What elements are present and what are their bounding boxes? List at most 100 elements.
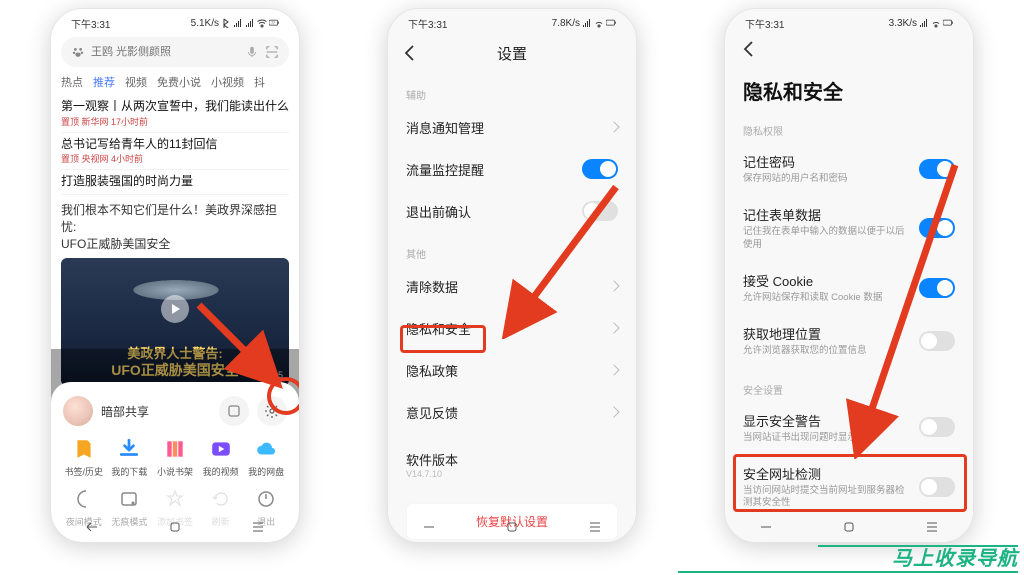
feature-line2: UFO正威胁美国安全 (61, 235, 289, 252)
row-notifications[interactable]: 消息通知管理 (388, 106, 636, 148)
android-navbar (725, 512, 973, 542)
tab-shortvideo[interactable]: 小视频 (211, 74, 244, 90)
video-duration: 02:45 (260, 370, 283, 380)
status-time: 下午3:31 (745, 16, 784, 31)
feature-block[interactable]: 我们根本不知它们是什么！美政界深感担忧: UFO正威胁美国安全 美政界人士警告:… (61, 195, 289, 405)
row-exit-confirm[interactable]: 退出前确认 (388, 190, 636, 232)
nav-back-icon[interactable] (78, 519, 106, 535)
toggle-switch[interactable] (919, 331, 955, 351)
toggle-switch[interactable] (582, 201, 618, 221)
row-show-warning[interactable]: 显示安全警告当网站证书出现问题时显示警告 (725, 401, 973, 454)
page-header: 设置 (388, 33, 636, 73)
toggle-switch[interactable] (919, 159, 955, 179)
headline-meta: 置顶 央视网 4小时前 (61, 152, 289, 165)
svg-text:77: 77 (271, 21, 275, 25)
nav-back-icon[interactable] (752, 519, 780, 535)
edit-button[interactable] (219, 396, 249, 426)
video-thumbnail[interactable]: 美政界人士警告: UFO正威胁美国安全 02:45 (61, 258, 289, 386)
toggle-switch[interactable] (919, 417, 955, 437)
signal-icon (582, 18, 592, 28)
row-privacy-security[interactable]: 隐私和安全 (388, 307, 636, 349)
scan-icon[interactable] (265, 45, 279, 59)
watermark-line (678, 571, 1018, 573)
category-tabs[interactable]: 热点 推荐 视频 免费小说 小视频 抖 (61, 71, 289, 95)
search-input[interactable] (91, 46, 239, 58)
tab-hot[interactable]: 热点 (61, 74, 83, 90)
tab-novel[interactable]: 免费小说 (157, 74, 201, 90)
watermark-text: 马上收录导航 (892, 542, 1018, 571)
mic-icon[interactable] (245, 45, 259, 59)
status-time: 下午3:31 (408, 16, 447, 31)
signal-icon (919, 18, 929, 28)
toggle-switch[interactable] (582, 159, 618, 179)
headline-title: 第一观察丨从两次宣誓中，我们能读出什么 (61, 99, 289, 115)
tab-recommend[interactable]: 推荐 (93, 74, 115, 90)
row-remember-password[interactable]: 记住密码保存网站的用户名和密码 (725, 142, 973, 195)
menu-grid-top: 书签/历史 我的下载 小说书架 我的视频 我的网盘 (63, 436, 287, 478)
wifi-icon (257, 18, 267, 28)
row-data-monitor[interactable]: 流量监控提醒 (388, 148, 636, 190)
status-bar: 下午3:31 5.1K/s 77 (51, 9, 299, 33)
toggle-switch[interactable] (919, 278, 955, 298)
settings-button[interactable] (257, 396, 287, 426)
avatar[interactable] (63, 396, 93, 426)
chevron-right-icon (608, 322, 619, 333)
menu-bookmark-history[interactable]: 书签/历史 (63, 436, 105, 478)
status-time: 下午3:31 (71, 16, 110, 31)
nav-recent-icon[interactable] (244, 519, 272, 535)
page-title: 隐私和安全 (725, 64, 973, 109)
bluetooth-icon (221, 18, 231, 28)
row-clear-data[interactable]: 清除数据 (388, 265, 636, 307)
row-geolocation[interactable]: 获取地理位置允许浏览器获取您的位置信息 (725, 314, 973, 367)
signal-icon (233, 18, 243, 28)
paw-icon (71, 45, 85, 59)
headline-item[interactable]: 总书记写给青年人的11封回信 置顶 央视网 4小时前 (61, 133, 289, 171)
play-icon[interactable] (161, 295, 189, 323)
phone-screenshot-settings: 下午3:31 7.8K/s 设置 辅助 消息通知管理 流量监控提醒 退出前确认 … (387, 8, 637, 543)
tab-video[interactable]: 视频 (125, 74, 147, 90)
row-feedback[interactable]: 意见反馈 (388, 391, 636, 433)
menu-downloads[interactable]: 我的下载 (109, 436, 151, 478)
chevron-right-icon (608, 280, 619, 291)
feature-line1: 我们根本不知它们是什么！美政界深感担忧: (61, 201, 289, 235)
headline-title: 打造服装强国的时尚力量 (61, 174, 289, 190)
nav-back-icon[interactable] (415, 519, 443, 535)
menu-bookshelf[interactable]: 小说书架 (154, 436, 196, 478)
status-bar: 下午3:31 3.3K/s (725, 9, 973, 33)
headline-title: 总书记写给青年人的11封回信 (61, 137, 289, 153)
headline-item[interactable]: 打造服装强国的时尚力量 (61, 170, 289, 195)
row-privacy-policy[interactable]: 隐私政策 (388, 349, 636, 391)
status-bar: 下午3:31 7.8K/s (388, 9, 636, 33)
row-remember-form[interactable]: 记住表单数据记住我在表单中输入的数据以便于以后使用 (725, 195, 973, 261)
back-icon[interactable] (400, 43, 420, 63)
back-button[interactable] (725, 33, 973, 64)
wifi-icon (931, 18, 941, 28)
nav-recent-icon[interactable] (581, 519, 609, 535)
headline-item[interactable]: 第一观察丨从两次宣誓中，我们能读出什么 置顶 新华网 17小时前 (61, 95, 289, 133)
android-navbar (51, 512, 299, 542)
menu-myvideos[interactable]: 我的视频 (200, 436, 242, 478)
chevron-right-icon (608, 406, 619, 417)
search-bar[interactable] (61, 37, 289, 67)
toggle-switch[interactable] (919, 477, 955, 497)
android-navbar (388, 512, 636, 542)
section-label: 隐私权限 (725, 109, 973, 142)
nav-home-icon[interactable] (161, 519, 189, 535)
wifi-icon (594, 18, 604, 28)
section-label: 安全设置 (725, 368, 973, 401)
row-url-detection[interactable]: 安全网址检测当访问网站时提交当前网址到服务器检测其安全性 (725, 454, 973, 520)
toggle-switch[interactable] (919, 218, 955, 238)
tab-more[interactable]: 抖 (254, 74, 265, 90)
row-cookie[interactable]: 接受 Cookie允许网站保存和读取 Cookie 数据 (725, 261, 973, 314)
signal-icon (245, 18, 255, 28)
nav-home-icon[interactable] (835, 519, 863, 535)
menu-cloud[interactable]: 我的网盘 (245, 436, 287, 478)
gear-icon (264, 403, 280, 419)
nav-recent-icon[interactable] (918, 519, 946, 535)
chevron-right-icon (608, 364, 619, 375)
battery-icon (943, 18, 953, 28)
nav-home-icon[interactable] (498, 519, 526, 535)
headline-meta: 置顶 新华网 17小时前 (61, 115, 289, 128)
battery-icon (606, 18, 616, 28)
status-net: 7.8K/s (552, 18, 580, 29)
